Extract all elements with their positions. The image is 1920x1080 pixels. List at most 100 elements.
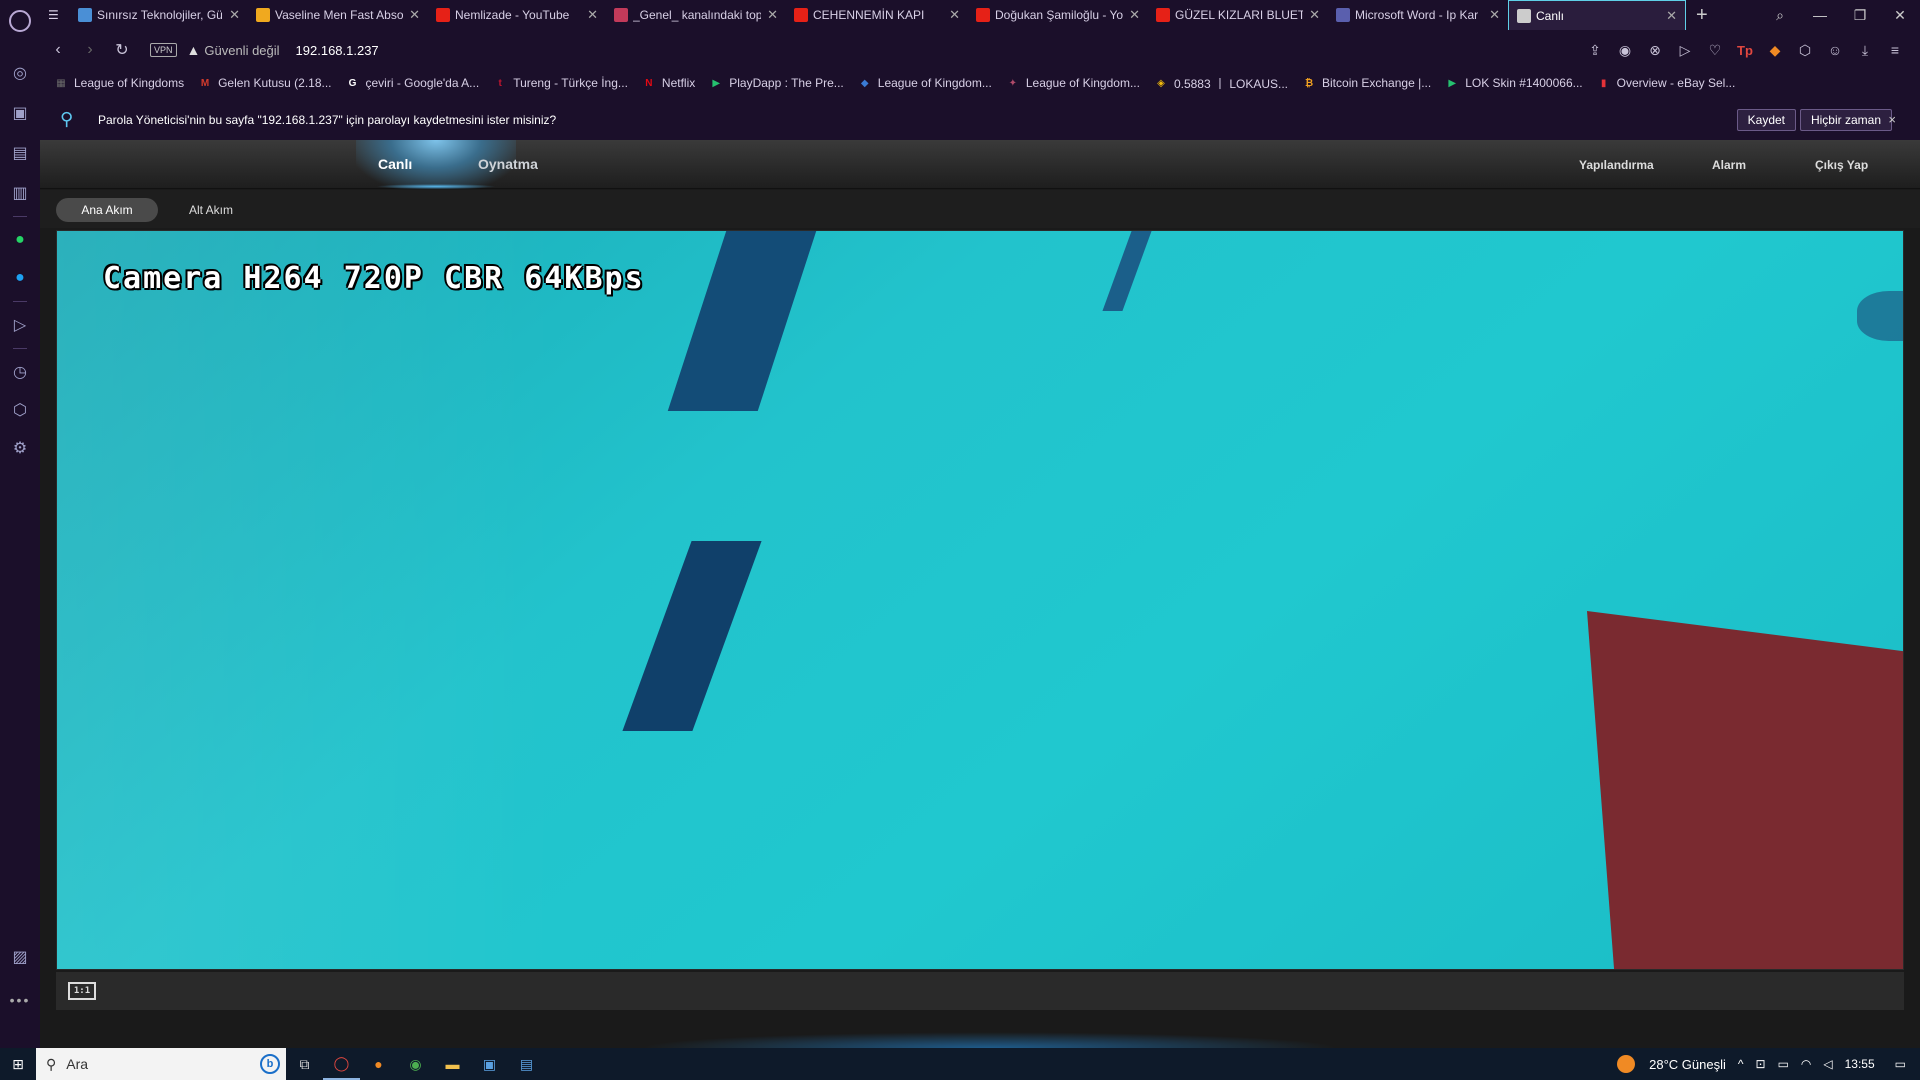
tab-menu-icon[interactable]: ☰ bbox=[40, 0, 70, 30]
back-icon[interactable]: ‹ bbox=[44, 41, 72, 59]
sub-stream-button[interactable]: Alt Akım bbox=[170, 198, 252, 222]
player-icon[interactable]: ▷ bbox=[9, 314, 31, 336]
opera-app-icon[interactable]: ◯ bbox=[323, 1048, 360, 1080]
history-icon[interactable]: ◷ bbox=[9, 361, 31, 383]
close-window-icon[interactable]: ✕ bbox=[1880, 7, 1920, 24]
extension-tp-icon[interactable]: Tp bbox=[1730, 43, 1760, 58]
send-icon[interactable]: ▷ bbox=[1670, 42, 1700, 59]
browser-tab[interactable]: Canlı ✕ bbox=[1508, 0, 1686, 30]
weather-text[interactable]: 28°C Güneşli bbox=[1649, 1057, 1726, 1072]
bookmark-item[interactable]: ▮ Overview - eBay Sel... bbox=[1597, 76, 1735, 90]
main-stream-button[interactable]: Ana Akım bbox=[56, 198, 158, 222]
bag-icon[interactable]: ▣ bbox=[9, 102, 31, 124]
close-tab-icon[interactable]: ✕ bbox=[1666, 8, 1677, 24]
live-video-view[interactable]: Camera H264 720P CBR 64KBps bbox=[56, 230, 1904, 970]
bookmark-item[interactable]: ◈ 0.5883 丨 LOKAUS... bbox=[1154, 75, 1288, 92]
close-tab-icon[interactable]: ✕ bbox=[409, 7, 420, 23]
bookmark-item[interactable]: ▶ LOK Skin #1400066... bbox=[1445, 76, 1582, 90]
close-tab-icon[interactable]: ✕ bbox=[1489, 7, 1500, 23]
search-tabs-icon[interactable]: ⌕ bbox=[1760, 7, 1800, 24]
share-icon[interactable]: ⇪ bbox=[1580, 42, 1610, 59]
bookmark-item[interactable]: M Gelen Kutusu (2.18... bbox=[198, 76, 332, 90]
original-size-icon[interactable]: 1:1 bbox=[68, 982, 96, 1000]
minimize-icon[interactable]: — bbox=[1800, 7, 1840, 23]
battery-icon[interactable]: ▭ bbox=[1778, 1057, 1789, 1071]
download-icon[interactable]: ⤓ bbox=[1850, 42, 1880, 59]
bookmark-item[interactable]: t Tureng - Türkçe İng... bbox=[493, 76, 628, 90]
browser-tab[interactable]: Microsoft Word - Ip Kar ✕ bbox=[1328, 0, 1508, 30]
heart-icon[interactable]: ♡ bbox=[1700, 42, 1730, 59]
close-tab-icon[interactable]: ✕ bbox=[949, 7, 960, 23]
close-tab-icon[interactable]: ✕ bbox=[767, 7, 778, 23]
profile-icon[interactable]: ☺ bbox=[1820, 42, 1850, 58]
more-icon[interactable]: ••• bbox=[0, 992, 40, 1008]
settings-icon[interactable]: ⚙ bbox=[9, 437, 31, 459]
close-tab-icon[interactable]: ✕ bbox=[1309, 7, 1320, 23]
browser-tab[interactable]: Doğukan Şamiloğlu - Yo ✕ bbox=[968, 0, 1148, 30]
chrome-app-icon[interactable]: ◉ bbox=[397, 1048, 434, 1080]
new-tab-button[interactable]: + bbox=[1686, 4, 1718, 27]
clock[interactable]: 13:55 bbox=[1845, 1057, 1875, 1071]
browser-tab[interactable]: CEHENNEMİN KAPI ✕ bbox=[786, 0, 968, 30]
tab-live[interactable]: Canlı bbox=[378, 156, 412, 172]
whatsapp-icon[interactable]: ● bbox=[9, 229, 31, 251]
usb-icon[interactable]: ⊡ bbox=[1756, 1057, 1766, 1071]
chevron-up-icon[interactable]: ^ bbox=[1738, 1057, 1744, 1071]
cube-icon[interactable]: ⬡ bbox=[1790, 42, 1820, 59]
bookmark-item[interactable]: Gçeviri - Google'da A... bbox=[346, 76, 480, 90]
windows-start-icon[interactable]: ⊞ bbox=[0, 1056, 36, 1073]
bookmark-item[interactable]: ◆ League of Kingdom... bbox=[858, 76, 992, 90]
browser-tab[interactable]: Nemlizade - YouTube ✕ bbox=[428, 0, 606, 30]
twitch-icon[interactable]: ▤ bbox=[9, 142, 31, 164]
camera-snapshot-icon[interactable]: ◉ bbox=[1610, 42, 1640, 59]
extensions-icon[interactable]: ⬡ bbox=[9, 399, 31, 421]
easy-setup-icon[interactable]: ≡ bbox=[1880, 42, 1910, 58]
bookmark-item[interactable]: ✦ League of Kingdom... bbox=[1006, 76, 1140, 90]
app-window-icon[interactable]: ▣ bbox=[471, 1048, 508, 1080]
speed-dial-icon[interactable]: ◎ bbox=[9, 62, 31, 84]
close-icon[interactable]: × bbox=[1888, 112, 1896, 127]
forward-icon[interactable]: › bbox=[76, 41, 104, 59]
bookmark-item[interactable]: ₿ Bitcoin Exchange |... bbox=[1302, 76, 1431, 90]
url-field[interactable]: 192.168.1.237 bbox=[296, 43, 379, 58]
play-icon bbox=[614, 8, 628, 22]
reload-icon[interactable]: ↻ bbox=[108, 40, 136, 60]
browser-tab[interactable]: GÜZEL KIZLARI BLUETO ✕ bbox=[1148, 0, 1328, 30]
remote-desktop-icon[interactable]: ▤ bbox=[508, 1048, 545, 1080]
tab-configuration[interactable]: Yapılandırma bbox=[1579, 158, 1654, 172]
restore-icon[interactable]: ❐ bbox=[1840, 7, 1880, 24]
save-password-button[interactable]: Kaydet bbox=[1736, 109, 1796, 131]
logout-button[interactable]: Çıkış Yap bbox=[1815, 158, 1868, 172]
browser-tab[interactable]: _Genel_ kanalındaki top ✕ bbox=[606, 0, 786, 30]
firefox-app-icon[interactable]: ● bbox=[360, 1048, 397, 1080]
browser-tab[interactable]: Sınırsız Teknolojiler, Gü ✕ bbox=[70, 0, 248, 30]
close-tab-icon[interactable]: ✕ bbox=[229, 7, 240, 23]
bookmark-item[interactable]: N Netflix bbox=[642, 76, 695, 90]
vpn-badge[interactable]: VPN bbox=[150, 43, 177, 57]
wifi-icon[interactable]: ◠ bbox=[1801, 1057, 1811, 1071]
warning-icon[interactable]: ▲ bbox=[187, 42, 201, 58]
bookmark-item[interactable]: ▦ League of Kingdoms bbox=[54, 76, 184, 90]
tab-alarm[interactable]: Alarm bbox=[1712, 158, 1746, 172]
opera-logo-icon[interactable] bbox=[9, 10, 31, 32]
file-explorer-icon[interactable]: ▬ bbox=[434, 1048, 471, 1080]
notifications-icon[interactable]: ▭ bbox=[1895, 1057, 1906, 1071]
metamask-icon[interactable]: ◆ bbox=[1760, 42, 1790, 59]
twitter-icon[interactable]: ● bbox=[9, 267, 31, 289]
tab-playback[interactable]: Oynatma bbox=[478, 156, 538, 172]
volume-icon[interactable]: ◁ bbox=[1823, 1057, 1832, 1071]
adblock-icon[interactable]: ⊗ bbox=[1640, 42, 1670, 59]
bing-icon[interactable]: b bbox=[260, 1054, 280, 1074]
box-icon[interactable]: ▥ bbox=[9, 182, 31, 204]
tab-bar: ☰ Sınırsız Teknolojiler, Gü ✕ Vaseline Men… bbox=[40, 0, 1920, 30]
gallery-icon[interactable]: ▨ bbox=[9, 946, 31, 968]
taskbar-search[interactable]: ⚲ Ara b bbox=[36, 1048, 286, 1080]
close-tab-icon[interactable]: ✕ bbox=[587, 7, 598, 23]
security-status[interactable]: Güvenli değil bbox=[204, 43, 279, 58]
weather-sun-icon[interactable] bbox=[1617, 1055, 1636, 1073]
bookmark-item[interactable]: ▶ PlayDapp : The Pre... bbox=[709, 76, 843, 90]
never-save-button[interactable]: Hiçbir zaman bbox=[1799, 109, 1892, 131]
task-view-icon[interactable]: ⧉ bbox=[286, 1048, 323, 1080]
close-tab-icon[interactable]: ✕ bbox=[1129, 7, 1140, 23]
browser-tab[interactable]: Vaseline Men Fast Abso ✕ bbox=[248, 0, 428, 30]
